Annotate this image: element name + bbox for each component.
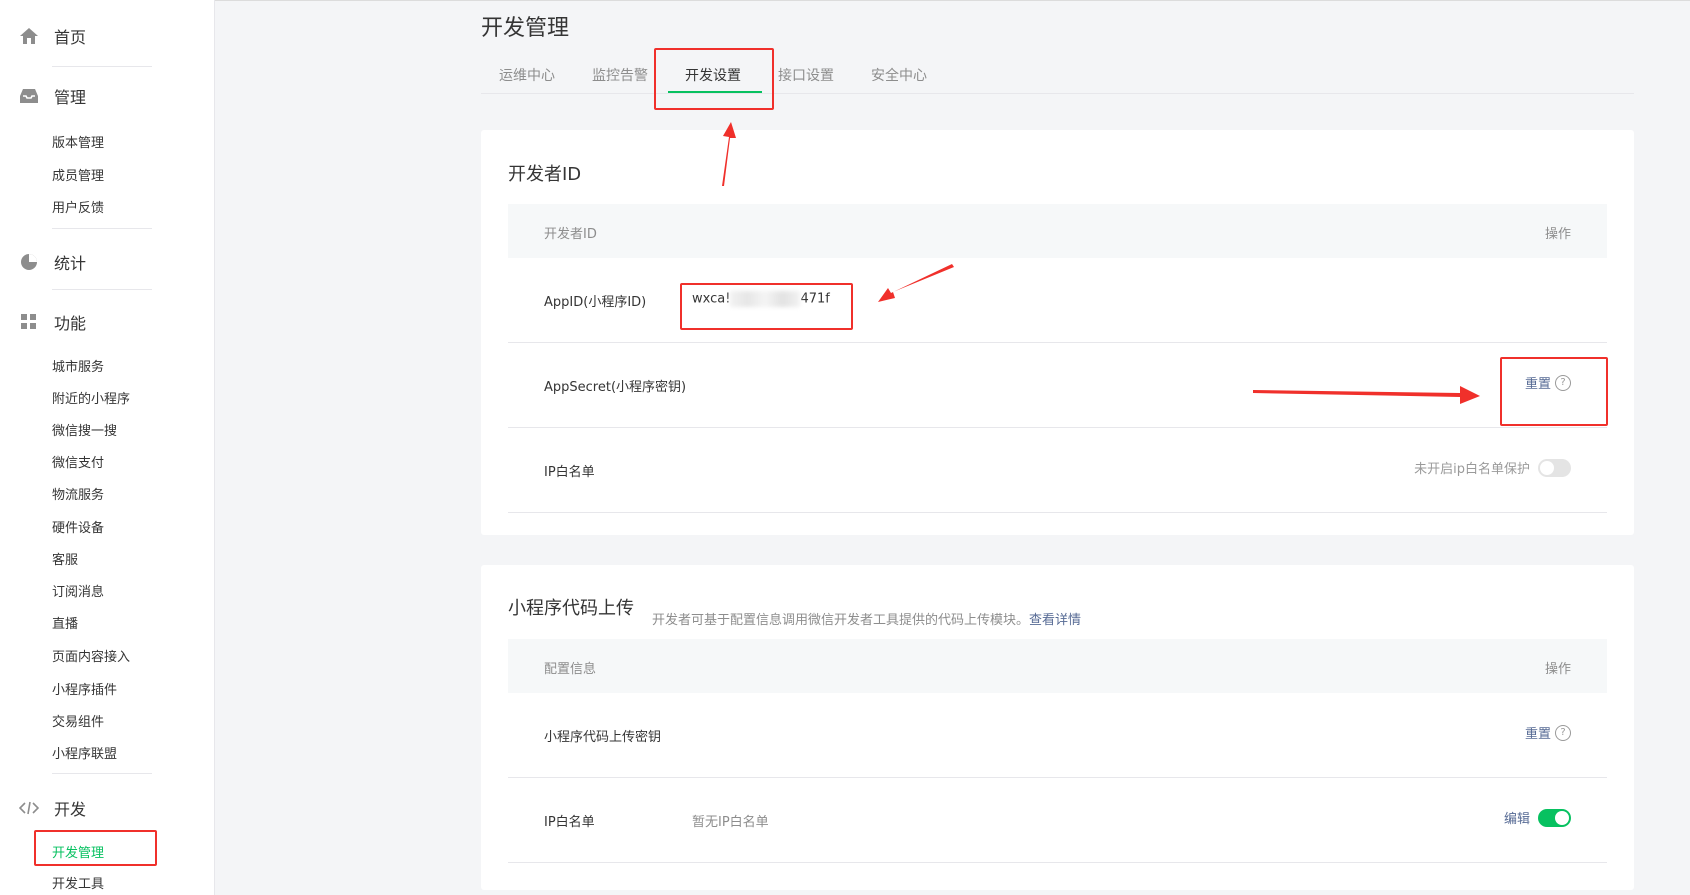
arrow-up-to-tab <box>722 122 736 186</box>
arrow-to-reset <box>1253 386 1480 404</box>
arrow-to-appid <box>878 264 954 302</box>
annotation-arrows <box>722 122 1480 404</box>
